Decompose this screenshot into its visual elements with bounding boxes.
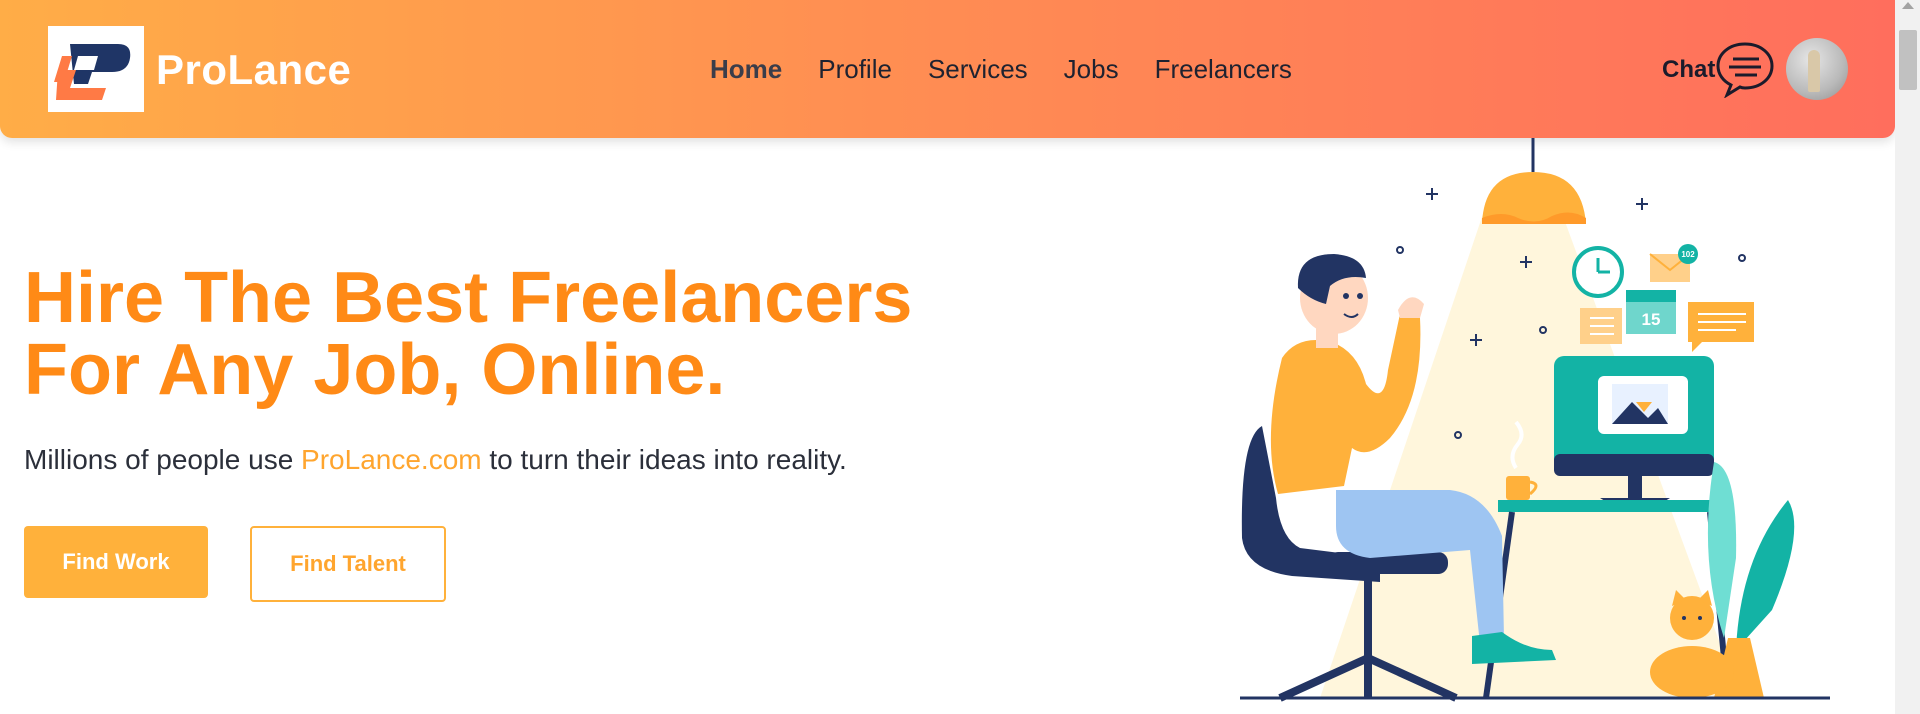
page: ProLance Home Profile Services Jobs Free… — [0, 0, 1895, 714]
navbar: ProLance Home Profile Services Jobs Free… — [0, 0, 1895, 138]
prolance-logo-icon[interactable] — [48, 26, 144, 112]
nav-link-jobs[interactable]: Jobs — [1064, 54, 1119, 85]
calendar-day: 15 — [1642, 310, 1661, 329]
clock-icon — [1572, 246, 1624, 298]
find-talent-button[interactable]: Find Talent — [250, 526, 446, 602]
chat-bubble-icon[interactable] — [1713, 40, 1777, 99]
brand-name[interactable]: ProLance — [156, 46, 351, 94]
hero-subtitle: Millions of people use ProLance.com to t… — [24, 444, 847, 476]
main-nav: Home Profile Services Jobs Freelancers — [710, 54, 1292, 85]
hero-subtitle-prefix: Millions of people use — [24, 444, 302, 475]
chat-link[interactable]: Chat — [1662, 56, 1715, 84]
nav-link-freelancers[interactable]: Freelancers — [1155, 54, 1292, 85]
nav-link-profile[interactable]: Profile — [818, 54, 892, 85]
scroll-up-arrow-icon[interactable] — [1902, 2, 1914, 9]
nav-link-home[interactable]: Home — [710, 54, 782, 85]
vertical-scrollbar[interactable] — [1895, 0, 1920, 714]
hero-title: Hire The Best Freelancers For Any Job, O… — [24, 262, 1024, 406]
hero-title-line2: For Any Job, Online. — [24, 330, 726, 410]
mail-icon: 102 — [1649, 244, 1698, 282]
notification-badge: 102 — [1681, 250, 1695, 259]
calendar-icon: 15 — [1626, 290, 1676, 334]
nav-link-services[interactable]: Services — [928, 54, 1028, 85]
hero-illustration: 102 15 — [1240, 138, 1840, 714]
message-bubble-icon — [1688, 302, 1754, 352]
find-work-button[interactable]: Find Work — [24, 526, 208, 598]
checklist-icon — [1580, 308, 1622, 344]
hero-subtitle-brand[interactable]: ProLance.com — [301, 444, 482, 475]
scrollbar-thumb[interactable] — [1899, 30, 1917, 90]
user-avatar[interactable] — [1786, 38, 1848, 100]
hero-title-line1: Hire The Best Freelancers — [24, 258, 913, 338]
hero-subtitle-suffix: to turn their ideas into reality. — [481, 444, 847, 475]
avatar-figure — [1808, 50, 1820, 92]
